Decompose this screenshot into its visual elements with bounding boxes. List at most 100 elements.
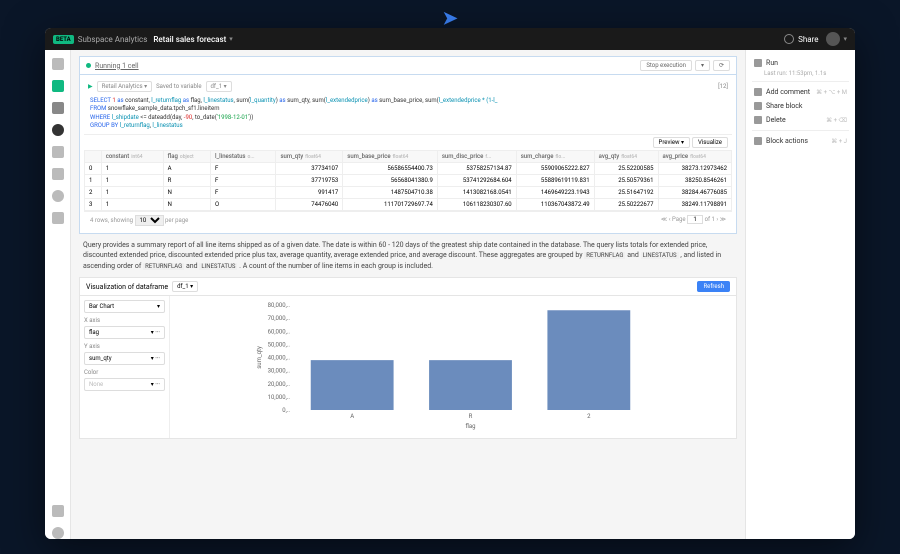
table-cell: 38250.8546261 (658, 174, 731, 186)
run-action[interactable]: Run (752, 56, 849, 70)
sql-cell: ▶ Retail Analytics ▾ Saved to variable d… (79, 74, 737, 234)
last-run-text: Last run: 11:53pm, 1.1s (764, 70, 849, 77)
table-cell: 37719753 (276, 174, 343, 186)
block-actions-action[interactable]: Block actions⌘ + J (752, 134, 849, 148)
table-cell: 38284.46776085 (658, 186, 731, 198)
running-indicator-icon (86, 63, 91, 68)
table-cell: R (163, 174, 210, 186)
grid-icon[interactable] (52, 102, 64, 114)
table-cell: 111701729697.74 (343, 198, 438, 210)
table-cell: 55909065222.827 (516, 162, 594, 174)
bar-R[interactable] (429, 360, 512, 410)
table-cell: 25.51647192 (594, 186, 658, 198)
add-comment-action[interactable]: Add comment⌘ + ⌥ + M (752, 85, 849, 99)
table-col-avg_qty[interactable]: avg_qtyfloat64 (594, 150, 658, 162)
table-row[interactable]: 21NF9914171487504710.381413082168.054114… (85, 186, 732, 198)
connection-selector[interactable]: Retail Analytics ▾ (97, 81, 152, 92)
add-icon[interactable] (52, 80, 64, 92)
table-cell: F (210, 186, 276, 198)
y-axis-select[interactable]: sum_qty▾ ··· (84, 352, 165, 365)
svg-text:flag: flag (465, 423, 475, 430)
table-cell: F (210, 174, 276, 186)
table-col-sum_disc_price[interactable]: sum_disc_pricef... (437, 150, 516, 162)
refresh-button[interactable]: Refresh (697, 281, 730, 292)
help-icon[interactable] (52, 527, 64, 539)
table-row[interactable]: 11RF3771975356568041380.953741292684.604… (85, 174, 732, 186)
viz-config-panel: Bar Chart▾ X axis flag▾ ··· Y axis sum_q… (80, 296, 170, 438)
x-axis-select[interactable]: flag▾ ··· (84, 326, 165, 339)
table-col-sum_qty[interactable]: sum_qtyfloat64 (276, 150, 343, 162)
avatar[interactable] (826, 32, 840, 46)
table-cell: 1 (101, 186, 163, 198)
table-cell: O (210, 198, 276, 210)
svg-text:30,000,..: 30,000,.. (268, 368, 291, 375)
sql-editor[interactable]: SELECT 1 as constant, l_returnflag as fl… (84, 94, 732, 134)
visualize-button[interactable]: Visualize (692, 137, 728, 148)
preview-button[interactable]: Preview ▾ (653, 137, 690, 148)
cell-meta: ▶ Retail Analytics ▾ Saved to variable d… (84, 79, 732, 94)
folder-icon[interactable] (52, 58, 64, 70)
github-icon[interactable] (52, 124, 64, 136)
result-table: constantint64flagobjectl_linestatuso...s… (84, 150, 732, 211)
share-button[interactable]: Share (798, 35, 818, 44)
exit-icon[interactable] (52, 505, 64, 517)
main-content: Running 1 cell Stop execution ▾ ⟳ ▶ Reta… (71, 50, 745, 539)
svg-text:60,000,..: 60,000,.. (268, 328, 291, 335)
table-col-l_linestatus[interactable]: l_linestatuso... (210, 150, 276, 162)
cell-play-icon[interactable]: ▶ (88, 83, 93, 90)
document-title[interactable]: Retail sales forecast (153, 35, 226, 44)
table-col-[interactable] (85, 150, 102, 162)
table-cell: N (163, 198, 210, 210)
send-icon[interactable] (52, 212, 64, 224)
table-cell: 1 (101, 174, 163, 186)
y-axis-label: Y axis (84, 343, 165, 350)
saved-label: Saved to variable (156, 83, 201, 90)
description-block[interactable]: Query provides a summary report of all l… (79, 234, 737, 278)
cell-status[interactable]: Running 1 cell (95, 62, 139, 70)
table-cell: 56568041380.9 (343, 174, 438, 186)
table-col-sum_base_price[interactable]: sum_base_pricefloat64 (343, 150, 438, 162)
table-cell: 53741292684.604 (437, 174, 516, 186)
table-col-constant[interactable]: constantint64 (101, 150, 163, 162)
color-label: Color (84, 369, 165, 376)
table-col-avg_price[interactable]: avg_pricefloat64 (658, 150, 731, 162)
calendar-icon[interactable] (52, 146, 64, 158)
menu-icon (754, 137, 762, 145)
x-axis-label: X axis (84, 317, 165, 324)
left-rail (45, 50, 71, 539)
svg-text:sum_qty: sum_qty (256, 346, 263, 369)
table-cell: 37734107 (276, 162, 343, 174)
pager[interactable]: ≪ ‹ Page of 1 › ≫ (661, 215, 726, 226)
chevron-down-icon[interactable]: ▾ (229, 35, 233, 43)
variable-selector[interactable]: df_1 ▾ (206, 81, 232, 92)
refresh-cell-button[interactable]: ⟳ (713, 60, 730, 71)
table-col-flag[interactable]: flagobject (163, 150, 210, 162)
bar-2[interactable] (547, 310, 630, 410)
table-header-row: constantint64flagobjectl_linestatuso...s… (85, 150, 732, 162)
table-cell: 55889619119.831 (516, 174, 594, 186)
chat-icon[interactable] (52, 168, 64, 180)
table-cell: N (163, 186, 210, 198)
rows-per-page-select[interactable]: 10 (135, 215, 164, 226)
clock-icon[interactable] (52, 190, 64, 202)
table-cell: 991417 (276, 186, 343, 198)
viz-var-selector[interactable]: df_1 ▾ (172, 281, 198, 292)
table-cell: 25.52200585 (594, 162, 658, 174)
bar-A[interactable] (311, 360, 394, 410)
table-cell: 110367043872.49 (516, 198, 594, 210)
table-cell: 2 (85, 186, 102, 198)
chevron-down-icon[interactable]: ▾ (843, 35, 847, 43)
page-input[interactable] (687, 215, 703, 224)
chart-type-select[interactable]: Bar Chart▾ (84, 300, 165, 313)
table-row[interactable]: 01AF3773410756586554400.7353758257134.87… (85, 162, 732, 174)
delete-action[interactable]: Delete⌘ + ⌫ (752, 113, 849, 127)
trash-icon (754, 116, 762, 124)
stop-execution-button[interactable]: Stop execution (640, 60, 692, 71)
share-block-action[interactable]: Share block (752, 99, 849, 113)
table-row[interactable]: 31NO74476040111701729697.74106118230307.… (85, 198, 732, 210)
color-select[interactable]: None▾ ··· (84, 378, 165, 391)
cell-header: Running 1 cell Stop execution ▾ ⟳ (79, 56, 737, 74)
run-dropdown-button[interactable]: ▾ (695, 60, 710, 71)
table-col-sum_charge[interactable]: sum_chargeflo... (516, 150, 594, 162)
svg-text:40,000,..: 40,000,.. (268, 355, 291, 362)
